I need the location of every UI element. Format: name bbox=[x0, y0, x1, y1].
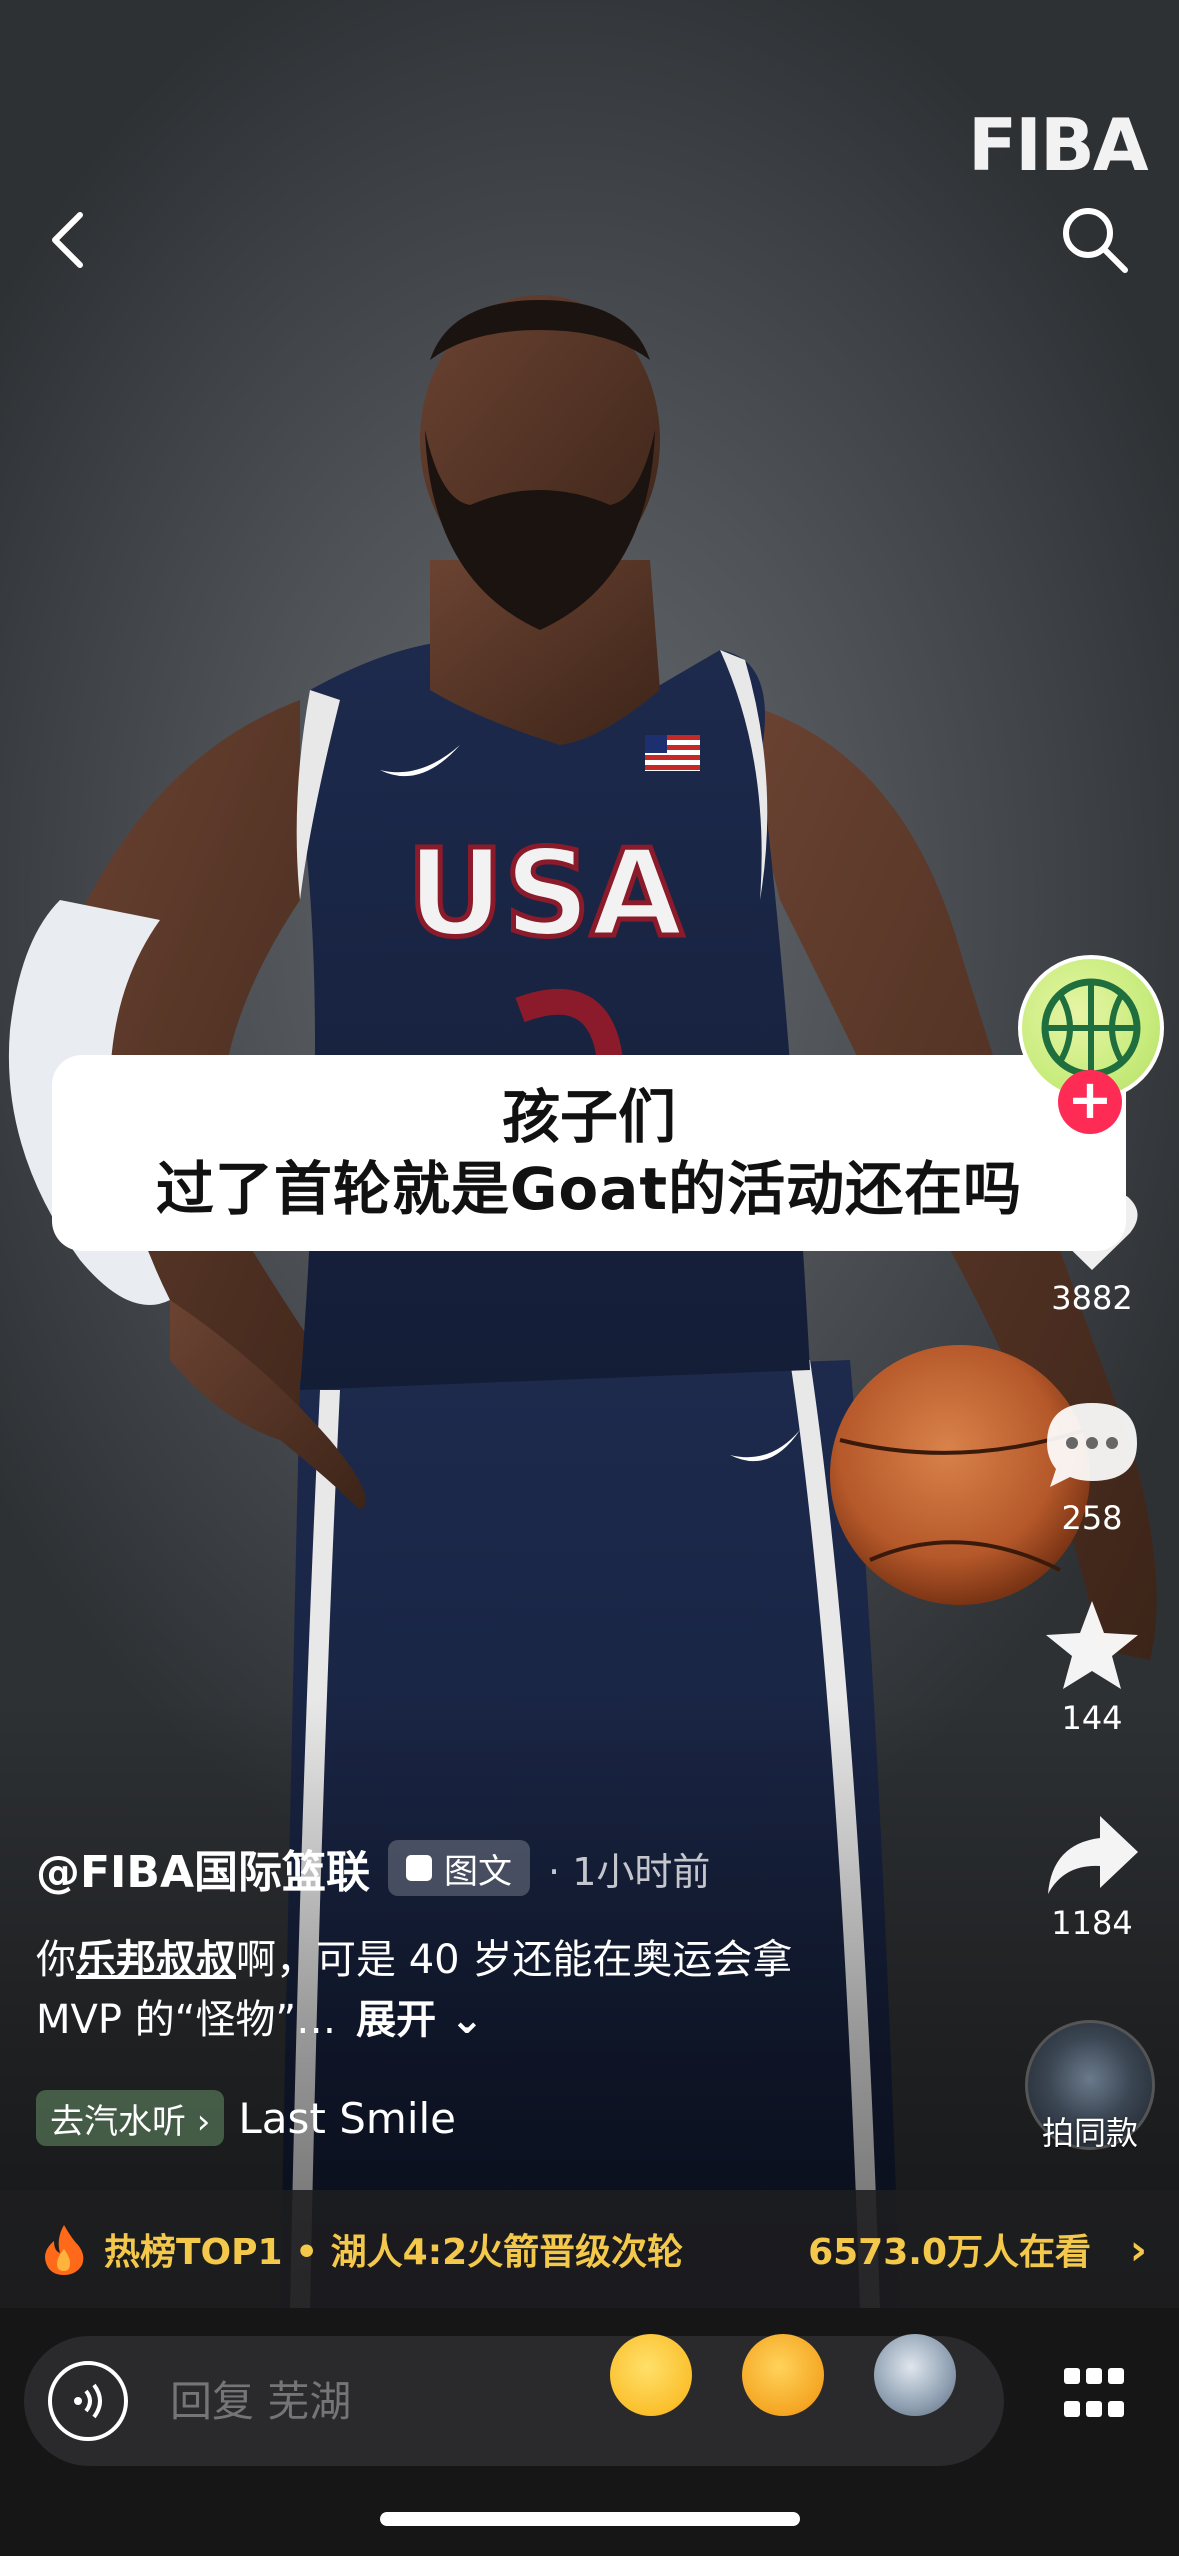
voice-input-button[interactable] bbox=[48, 2361, 128, 2441]
post-type-tag: 图文 bbox=[388, 1840, 531, 1896]
comment-count: 258 bbox=[1061, 1499, 1123, 1537]
fiba-logo: FIBA bbox=[968, 103, 1149, 187]
music-app-tag[interactable]: 去汽水听 › bbox=[36, 2090, 225, 2146]
comment-icon bbox=[1047, 1403, 1137, 1487]
bottom-bar bbox=[0, 2308, 1179, 2556]
caption-line-1: 孩子们 bbox=[501, 1083, 676, 1151]
comment-button[interactable]: 258 bbox=[1030, 1395, 1154, 1537]
chevron-right-icon: › bbox=[1129, 2224, 1147, 2274]
desc-mention[interactable]: 乐邦叔叔 bbox=[76, 1937, 236, 1983]
hot-list-bar[interactable]: 热榜TOP1 • 湖人4:2火箭晋级次轮 6573.0万人在看 › bbox=[0, 2190, 1179, 2308]
music-name[interactable]: Last Smile bbox=[238, 2094, 456, 2143]
author-name[interactable]: @FIBA国际篮联 bbox=[36, 1836, 370, 1900]
laugh-emoji-icon[interactable] bbox=[742, 2334, 824, 2416]
music-row: 去汽水听 › Last Smile bbox=[36, 2088, 456, 2148]
desc-line2: MVP 的“怪物”… bbox=[36, 1997, 337, 2043]
expand-button[interactable]: 展开 ⌄ bbox=[356, 1997, 483, 2043]
more-grid-icon[interactable] bbox=[1064, 2368, 1124, 2428]
wolf-emoji-icon[interactable] bbox=[874, 2334, 956, 2416]
desc-rest: 啊，可是 40 岁还能在奥运会拿 bbox=[236, 1937, 793, 1983]
back-button[interactable] bbox=[40, 205, 100, 275]
post-type-label: 图文 bbox=[444, 1851, 513, 1892]
follow-button[interactable]: + bbox=[1058, 1070, 1122, 1134]
post-description: 你乐邦叔叔啊，可是 40 岁还能在奥运会拿 MVP 的“怪物”… 展开 ⌄ bbox=[36, 1930, 936, 2050]
flame-icon bbox=[45, 2225, 84, 2275]
reply-pill[interactable] bbox=[24, 2336, 1004, 2466]
chevron-left-icon bbox=[52, 212, 83, 268]
grin-emoji-icon[interactable] bbox=[610, 2334, 692, 2416]
chevron-down-icon: ⌄ bbox=[436, 1997, 484, 2043]
hot-list-text: 热榜TOP1 • 湖人4:2火箭晋级次轮 bbox=[104, 2232, 684, 2273]
caption-line-2: 过了首轮就是Goat的活动还在吗 bbox=[155, 1155, 1023, 1223]
caption-bubble: 孩子们 过了首轮就是Goat的活动还在吗 bbox=[52, 1055, 1126, 1251]
hot-viewers: 6573.0万人在看 bbox=[808, 2232, 1091, 2273]
voice-wave-icon bbox=[74, 2383, 102, 2419]
author-row: @FIBA国际篮联 图文 · 1小时前 bbox=[36, 1835, 710, 1901]
search-button[interactable] bbox=[1055, 200, 1135, 280]
share-arrow-icon bbox=[1048, 1816, 1138, 1894]
share-count: 1184 bbox=[1051, 1904, 1133, 1942]
post-time: · 1小时前 bbox=[548, 1849, 711, 1894]
desc-prefix: 你 bbox=[36, 1937, 76, 1983]
reply-input[interactable] bbox=[168, 2375, 592, 2427]
like-button[interactable]: 3882 bbox=[1030, 1185, 1154, 1317]
heart-icon bbox=[1046, 1191, 1138, 1270]
jersey-text: USA bbox=[407, 825, 684, 964]
image-post-icon bbox=[406, 1855, 433, 1881]
like-count: 3882 bbox=[1051, 1279, 1133, 1317]
favorite-button[interactable]: 144 bbox=[1030, 1595, 1154, 1737]
favorite-count: 144 bbox=[1061, 1699, 1123, 1737]
search-icon bbox=[1063, 208, 1128, 273]
same-style-label: 拍同款 bbox=[1041, 2114, 1138, 2152]
star-icon bbox=[1046, 1601, 1138, 1689]
share-button[interactable]: 1184 bbox=[1030, 1810, 1154, 1942]
same-style-button[interactable]: 拍同款 bbox=[1020, 2020, 1160, 2160]
home-indicator[interactable] bbox=[380, 2512, 800, 2526]
